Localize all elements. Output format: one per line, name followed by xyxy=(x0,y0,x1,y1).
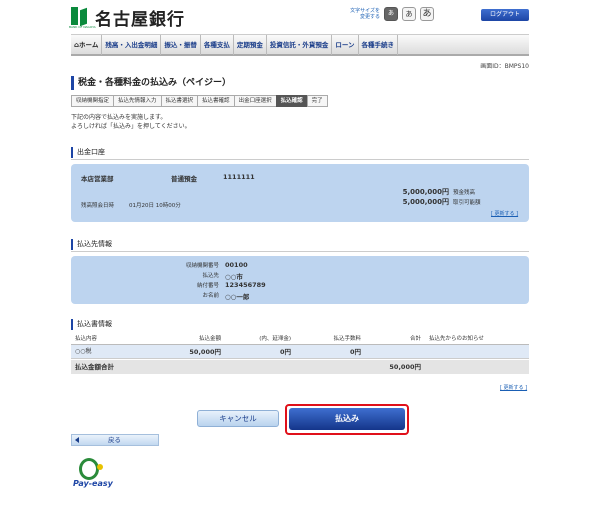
payeasy-logo: Pay-easy xyxy=(73,458,121,494)
payeasy-wordmark: Pay-easy xyxy=(73,479,113,488)
account-number: 1111111 xyxy=(223,173,255,181)
back-arrow-icon xyxy=(75,437,79,443)
divider xyxy=(71,159,529,160)
payee-row: 払込先 ○○市 xyxy=(202,273,243,281)
nav-item-time-deposit[interactable]: 定期預金 xyxy=(234,35,267,55)
header: BANK OF NAGOYA 名古屋銀行 文字サイズを変更する あ あ あ ログ… xyxy=(0,0,600,32)
payee-row: 納付番号 123456789 xyxy=(196,281,266,289)
intro-text: 下記の内容で払込みを実施します。 よろしければ「払込み」を押してください。 xyxy=(71,114,191,130)
back-button[interactable]: 戻る xyxy=(71,434,159,446)
account-branch: 本店営業部 xyxy=(81,175,114,183)
nav-item-payments[interactable]: 各種支払 xyxy=(201,35,234,55)
payee-panel: 収納機関番号 00100 払込先 ○○市 納付番号 123456789 お名前 … xyxy=(71,256,529,304)
font-size-label: 文字サイズを変更する xyxy=(350,8,380,20)
payee-row: 収納機関番号 00100 xyxy=(185,261,248,269)
total-label: 払込金額合計 xyxy=(75,363,114,371)
table-row: ○○税 50,000円 0円 0円 xyxy=(71,345,529,359)
page-title: 税金・各種料金の払込み（ペイジー） xyxy=(71,76,529,90)
nav-item-transfer[interactable]: 振込・振替 xyxy=(161,35,201,55)
logout-button[interactable]: ログアウト xyxy=(481,9,529,21)
font-size-large-button[interactable]: あ xyxy=(420,7,434,21)
balance-asof-value: 01月20日 10時00分 xyxy=(129,203,181,209)
nav-item-procedures[interactable]: 各種手続き xyxy=(359,35,399,55)
account-available-label: 取引可能額 xyxy=(453,200,481,206)
step-item: 払込書選択 xyxy=(160,95,199,107)
section-title-payee: 払込先情報 xyxy=(71,239,529,250)
step-item: 払込先情報入力 xyxy=(113,95,162,107)
font-size-small-button[interactable]: あ xyxy=(384,7,398,21)
step-item: 収納機関指定 xyxy=(71,95,115,107)
table-header: 払込内容 払込金額 (内、延滞金) 払込手数料 合計 払込先からのお知らせ xyxy=(71,333,529,345)
nav-item-investment[interactable]: 投資信託・外貨預金 xyxy=(267,35,333,55)
bank-logo-mark: BANK OF NAGOYA xyxy=(69,7,96,29)
account-balance-label: 預金残高 xyxy=(453,190,476,196)
refresh-bill-link[interactable]: [ 更新する ] xyxy=(500,384,527,391)
progress-steps: 収納機関指定 払込先情報入力 払込書選択 払込書確認 出金口座選択 払込確認 完… xyxy=(71,95,328,107)
screen-id: 画面ID：BMPS10 xyxy=(480,63,529,70)
step-item: 出金口座選択 xyxy=(233,95,277,107)
nav-item-home[interactable]: ⌂ホーム xyxy=(71,35,103,55)
bank-name: 名古屋銀行 xyxy=(95,9,185,30)
nav-item-balance[interactable]: 残高・入出金明細 xyxy=(102,35,162,55)
section-title-account: 出金口座 xyxy=(71,147,529,158)
pay-button[interactable]: 払込み xyxy=(289,408,405,430)
bank-logo[interactable]: BANK OF NAGOYA 名古屋銀行 xyxy=(69,6,185,30)
refresh-balance-link[interactable]: [ 更新する ] xyxy=(491,210,518,217)
section-title-bill: 払込書情報 xyxy=(71,319,529,330)
logo-subtitle: BANK OF NAGOYA xyxy=(69,25,96,29)
account-available: 5,000,000円 xyxy=(402,198,449,206)
step-item: 払込書確認 xyxy=(197,95,235,107)
table-total-row: 払込金額合計 50,000円 xyxy=(71,360,529,374)
bill-table: 払込内容 払込金額 (内、延滞金) 払込手数料 合計 払込先からのお知らせ ○○… xyxy=(71,333,529,374)
main-nav: ⌂ホーム 残高・入出金明細 振込・振替 各種支払 定期預金 投資信託・外貨預金 … xyxy=(71,34,529,56)
step-item: 完了 xyxy=(306,95,328,107)
account-balance: 5,000,000円 xyxy=(402,188,449,196)
total-value: 50,000円 xyxy=(389,363,421,371)
account-type: 普通預金 xyxy=(171,175,197,183)
payee-row: お名前 ○○一郎 xyxy=(202,293,250,301)
balance-asof-label: 残高照会日時 xyxy=(81,203,115,209)
divider xyxy=(71,251,529,252)
font-size-medium-button[interactable]: あ xyxy=(402,7,416,21)
cancel-button[interactable]: キャンセル xyxy=(197,410,279,427)
nav-item-loan[interactable]: ローン xyxy=(332,35,359,55)
step-item-current: 払込確認 xyxy=(275,95,308,107)
account-panel: 本店営業部 普通預金 1111111 5,000,000円 預金残高 5,000… xyxy=(71,164,529,222)
